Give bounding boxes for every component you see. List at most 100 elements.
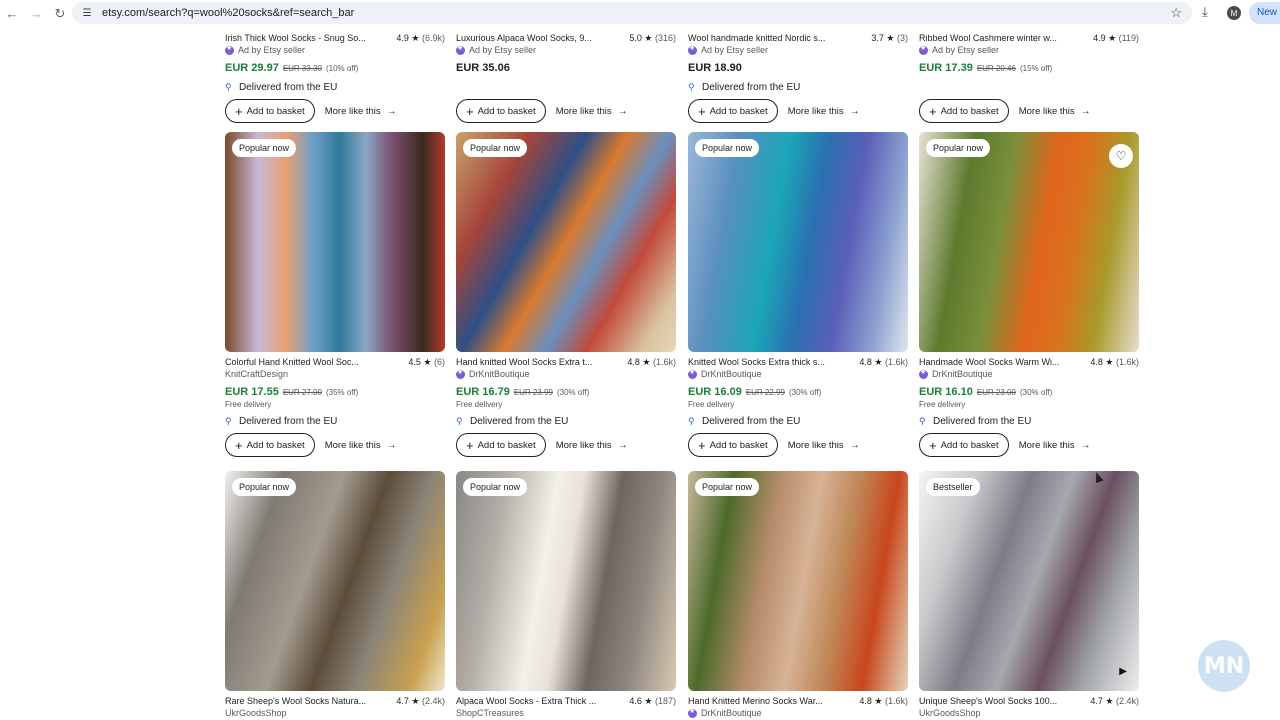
- product-card[interactable]: Popular now Hand knitted Wool Socks Extr…: [456, 132, 676, 457]
- popular-badge: Popular now: [695, 139, 760, 157]
- add-to-basket-button[interactable]: + Add to basket: [225, 99, 315, 123]
- product-image[interactable]: Popular now: [225, 132, 445, 352]
- more-like-this-link[interactable]: More like this →: [325, 440, 397, 451]
- delivery-info: ⚲ Delivered from the EU: [456, 415, 569, 427]
- product-card[interactable]: Popular now Alpaca Wool Socks - Extra Th…: [456, 471, 676, 719]
- price-row: EUR 17.39 EUR 20.46 (15% off): [919, 62, 1053, 74]
- price-row: EUR 18.90: [688, 62, 742, 74]
- back-icon[interactable]: ←: [0, 2, 24, 26]
- address-bar[interactable]: ☰ etsy.com/search?q=wool%20socks&ref=sea…: [72, 2, 1192, 24]
- star-seller-icon: [688, 44, 697, 55]
- more-like-this-link[interactable]: More like this →: [1019, 106, 1091, 117]
- product-rating: 4.7 ★ (2.4k): [396, 695, 445, 706]
- product-title[interactable]: Hand knitted Wool Socks Extra t...: [456, 357, 592, 367]
- product-title[interactable]: Handmade Wool Socks Warm Wi...: [919, 357, 1060, 367]
- product-image[interactable]: Popular now: [456, 132, 676, 352]
- arrow-right-icon: →: [386, 105, 397, 117]
- arrow-right-icon: →: [617, 105, 628, 117]
- product-rating: 4.9 ★ (119): [1093, 32, 1139, 43]
- heart-icon[interactable]: ♡: [1109, 144, 1133, 168]
- add-to-basket-button[interactable]: + Add to basket: [688, 433, 778, 457]
- add-to-basket-button[interactable]: + Add to basket: [456, 99, 546, 123]
- plus-icon: +: [235, 437, 243, 453]
- bookmark-star-icon[interactable]: ☆: [1170, 5, 1182, 21]
- product-title[interactable]: Irish Thick Wool Socks - Snug So...: [225, 33, 366, 43]
- shop-name[interactable]: DrKnitBoutique: [456, 368, 676, 380]
- shop-name[interactable]: DrKnitBoutique: [688, 368, 908, 380]
- shop-name[interactable]: UkrGoodsShop: [225, 707, 445, 719]
- add-to-basket-button[interactable]: + Add to basket: [919, 433, 1009, 457]
- product-card[interactable]: Luxurious Alpaca Wool Socks, 9... 5.0 ★ (…: [456, 28, 676, 123]
- product-title[interactable]: Colorful Hand Knitted Wool Soc...: [225, 357, 359, 367]
- product-rating: 4.8 ★ (1.6k): [859, 356, 908, 367]
- add-to-basket-button[interactable]: + Add to basket: [688, 99, 778, 123]
- add-to-basket-button[interactable]: + Add to basket: [225, 433, 315, 457]
- product-card[interactable]: Popular now Colorful Hand Knitted Wool S…: [225, 132, 445, 457]
- price-row: EUR 17.55 EUR 27.00 (35% off): [225, 386, 359, 398]
- product-card[interactable]: Popular now ♡ Handmade Wool Socks Warm W…: [919, 132, 1139, 457]
- plus-icon: +: [235, 103, 243, 119]
- product-image[interactable]: Popular now: [456, 471, 676, 691]
- product-title[interactable]: Rare Sheep's Wool Socks Natura...: [225, 696, 366, 706]
- product-rating: 4.7 ★ (2.4k): [1090, 695, 1139, 706]
- new-chrome-chip[interactable]: New C: [1249, 2, 1280, 24]
- more-like-this-link[interactable]: More like this →: [556, 440, 628, 451]
- product-image[interactable]: Popular now ♡: [919, 132, 1139, 352]
- shop-name[interactable]: UkrGoodsShop: [919, 707, 1139, 719]
- popular-badge: Popular now: [695, 478, 760, 496]
- delivery-info: ⚲ Delivered from the EU: [688, 415, 801, 427]
- url-text[interactable]: etsy.com/search?q=wool%20socks&ref=searc…: [102, 7, 354, 19]
- product-title[interactable]: Luxurious Alpaca Wool Socks, 9...: [456, 33, 592, 43]
- plus-icon: +: [698, 437, 706, 453]
- download-icon[interactable]: ⤓: [1202, 4, 1218, 22]
- product-image[interactable]: Popular now: [688, 471, 908, 691]
- product-rating: 4.6 ★ (187): [629, 695, 676, 706]
- shop-name[interactable]: DrKnitBoutique: [688, 707, 908, 719]
- pin-icon: ⚲: [225, 82, 232, 92]
- shop-name[interactable]: ShopCTreasures: [456, 707, 676, 719]
- star-seller-icon: [225, 44, 234, 55]
- product-rating: 4.8 ★ (1.6k): [1090, 356, 1139, 367]
- add-to-basket-button[interactable]: + Add to basket: [456, 433, 546, 457]
- pin-icon: ⚲: [688, 82, 695, 92]
- more-like-this-link[interactable]: More like this →: [1019, 440, 1091, 451]
- popular-badge: Popular now: [232, 139, 297, 157]
- product-title[interactable]: Knitted Wool Socks Extra thick s...: [688, 357, 825, 367]
- forward-icon[interactable]: →: [24, 2, 48, 26]
- star-seller-icon: [919, 368, 928, 379]
- more-like-this-link[interactable]: More like this →: [325, 106, 397, 117]
- product-card[interactable]: Irish Thick Wool Socks - Snug So... 4.9 ★…: [225, 28, 445, 123]
- star-seller-icon: [456, 368, 465, 379]
- product-title[interactable]: Alpaca Wool Socks - Extra Thick ...: [456, 696, 596, 706]
- product-title[interactable]: Wool handmade knitted Nordic s...: [688, 33, 825, 43]
- pin-icon: ⚲: [456, 416, 463, 426]
- ad-label: Ad by Etsy seller: [225, 44, 445, 56]
- more-like-this-link[interactable]: More like this →: [556, 106, 628, 117]
- delivery-info: ⚲ Delivered from the EU: [225, 81, 338, 93]
- product-card[interactable]: Ribbed Wool Cashmere winter w... 4.9 ★ (1…: [919, 28, 1139, 123]
- product-card[interactable]: Popular now Knitted Wool Socks Extra thi…: [688, 132, 908, 457]
- product-card[interactable]: Popular now Rare Sheep's Wool Socks Natu…: [225, 471, 445, 719]
- more-like-this-link[interactable]: More like this →: [788, 440, 860, 451]
- more-like-this-link[interactable]: More like this →: [788, 106, 860, 117]
- product-card[interactable]: Wool handmade knitted Nordic s... 3.7 ★ (…: [688, 28, 908, 123]
- product-card[interactable]: Bestseller ▶ Unique Sheep's Wool Socks 1…: [919, 471, 1139, 719]
- plus-icon: +: [929, 103, 937, 119]
- product-card[interactable]: Popular now Hand Knitted Merino Socks Wa…: [688, 471, 908, 719]
- product-image[interactable]: Popular now: [688, 132, 908, 352]
- star-seller-icon: [688, 707, 697, 718]
- shop-name[interactable]: KnitCraftDesign: [225, 368, 445, 380]
- product-title[interactable]: Ribbed Wool Cashmere winter w...: [919, 33, 1057, 43]
- site-settings-icon[interactable]: ☰: [80, 6, 94, 20]
- product-image[interactable]: Bestseller ▶: [919, 471, 1139, 691]
- play-icon[interactable]: ▶: [1119, 666, 1127, 677]
- profile-avatar[interactable]: M: [1227, 6, 1241, 20]
- free-delivery: Free delivery: [456, 400, 503, 409]
- product-title[interactable]: Unique Sheep's Wool Socks 100...: [919, 696, 1057, 706]
- product-image[interactable]: Popular now: [225, 471, 445, 691]
- add-to-basket-button[interactable]: + Add to basket: [919, 99, 1009, 123]
- product-title[interactable]: Hand Knitted Merino Socks War...: [688, 696, 823, 706]
- shop-name[interactable]: DrKnitBoutique: [919, 368, 1139, 380]
- reload-icon[interactable]: ↻: [48, 2, 72, 26]
- popular-badge: Popular now: [463, 139, 528, 157]
